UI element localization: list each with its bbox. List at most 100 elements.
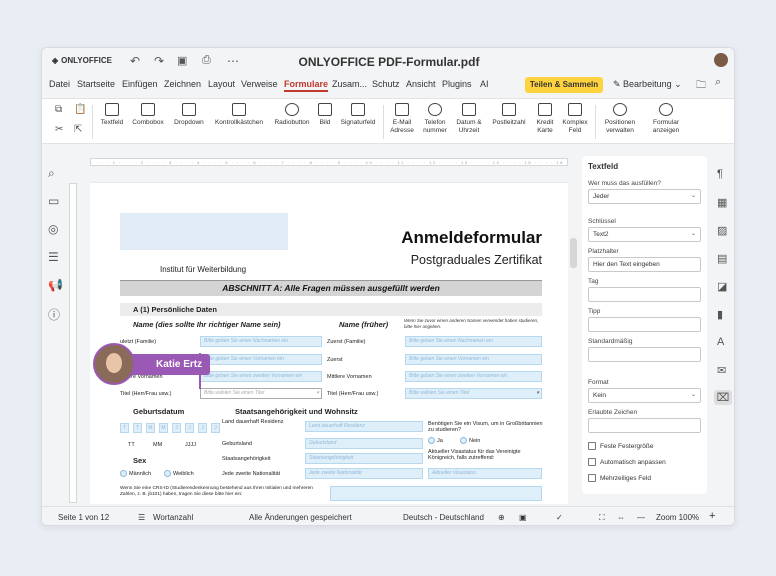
- default-input[interactable]: [588, 347, 701, 362]
- paste-icon[interactable]: 📋: [74, 104, 86, 115]
- menu-einfuegen[interactable]: Einfügen: [122, 79, 158, 89]
- visa-no-radio[interactable]: Nein: [460, 437, 480, 444]
- title-dropdown[interactable]: Bitte wählen Sie einen Titel ▾: [200, 388, 322, 399]
- search-icon[interactable]: ⌕: [715, 76, 721, 89]
- wordcount-button[interactable]: Wortanzahl: [153, 513, 193, 522]
- fixed-size-checkbox[interactable]: Feste Festergröße: [588, 442, 653, 450]
- user-avatar[interactable]: [714, 53, 728, 67]
- chat-icon[interactable]: ◎: [48, 222, 58, 236]
- second-nationality-field[interactable]: Jede zweite Nationalität: [305, 468, 423, 479]
- tool-view-form[interactable]: Formular anzeigen: [646, 103, 686, 135]
- middlename-field[interactable]: Bitte geben Sie einen zweiten Vornamen e…: [200, 371, 322, 382]
- dob-day-box[interactable]: T: [133, 423, 142, 433]
- format-select[interactable]: Kein ⌄: [588, 388, 701, 403]
- visa-status-field[interactable]: Aktueller Visastatus: [428, 468, 542, 479]
- who-fills-select[interactable]: Jeder ⌄: [588, 189, 701, 204]
- menu-datei[interactable]: Datei: [49, 79, 70, 89]
- dob-year-box[interactable]: J: [198, 423, 207, 433]
- folder-icon[interactable]: 🗀: [696, 78, 706, 95]
- page-indicator[interactable]: Seite 1 von 12: [58, 513, 109, 522]
- track-changes-icon[interactable]: ✓: [556, 513, 563, 522]
- tool-radiobutton[interactable]: Radiobutton: [270, 103, 314, 127]
- dob-day-box[interactable]: T: [120, 423, 129, 433]
- fit-page-icon[interactable]: ⛶: [599, 513, 605, 523]
- residence-field[interactable]: Land dauerhaft Residenz: [305, 421, 423, 432]
- language-select[interactable]: Deutsch - Deutschland: [403, 513, 484, 522]
- menu-layout[interactable]: Layout: [208, 79, 235, 89]
- menu-zeichnen[interactable]: Zeichnen: [164, 79, 201, 89]
- globe-icon[interactable]: ⊕: [498, 513, 505, 522]
- tool-email[interactable]: E-Mail Adresse: [387, 103, 417, 135]
- dob-month-box[interactable]: M: [146, 423, 155, 433]
- tool-complex[interactable]: Komplex Feld: [560, 103, 590, 135]
- menu-verweise[interactable]: Verweise: [241, 79, 278, 89]
- tool-signature[interactable]: Signaturfeld: [336, 103, 380, 127]
- key-select[interactable]: Text2 ⌄: [588, 227, 701, 242]
- zoom-level[interactable]: Zoom 100%: [656, 513, 699, 522]
- menu-formulare[interactable]: Formulare: [284, 79, 329, 92]
- header-footer-icon[interactable]: ▤: [717, 252, 727, 265]
- tool-manage-roles[interactable]: Positionen verwalten: [599, 103, 641, 135]
- tag-input[interactable]: [588, 287, 701, 302]
- mailmerge-icon[interactable]: ✉: [717, 364, 726, 377]
- textart-icon[interactable]: A: [717, 336, 724, 348]
- announce-icon[interactable]: 📢: [48, 278, 63, 292]
- menu-zusammenarbeit[interactable]: Zusam...: [332, 79, 367, 89]
- vertical-ruler[interactable]: [69, 183, 77, 503]
- navigation-icon[interactable]: ☰: [48, 250, 59, 264]
- male-radio[interactable]: Männlich: [120, 470, 151, 477]
- multiline-checkbox[interactable]: Mehrzeiliges Feld: [588, 474, 651, 482]
- tool-datetime[interactable]: Datum & Uhrzeit: [452, 103, 486, 135]
- search-icon[interactable]: ⌕: [48, 166, 55, 181]
- logo-placeholder[interactable]: [120, 213, 288, 250]
- tool-combobox[interactable]: Combobox: [129, 103, 167, 127]
- format-painter-icon[interactable]: ⇱: [74, 124, 82, 135]
- zoom-out-icon[interactable]: —: [637, 513, 645, 522]
- menu-startseite[interactable]: Startseite: [77, 79, 115, 89]
- menu-plugins[interactable]: Plugins: [442, 79, 472, 89]
- visa-yes-radio[interactable]: Ja: [428, 437, 443, 444]
- copy-icon[interactable]: ⧉: [55, 104, 62, 115]
- prev-lastname-field[interactable]: Bitte geben Sie einen Nachnamen ein: [405, 336, 542, 347]
- share-collect-button[interactable]: Teilen & Sammeln: [525, 77, 603, 93]
- allowed-chars-input[interactable]: [588, 418, 701, 433]
- comment-icon[interactable]: ▭: [48, 194, 59, 208]
- table-icon[interactable]: ▦: [717, 196, 727, 209]
- fit-width-icon[interactable]: ⇔: [617, 513, 625, 522]
- paragraph-icon[interactable]: ¶: [717, 168, 723, 180]
- tool-phone[interactable]: Telefon nummer: [419, 103, 451, 135]
- nationality-field[interactable]: Staatsangehörigkeit: [305, 453, 423, 464]
- autofit-checkbox[interactable]: Automatisch anpassen: [588, 458, 666, 466]
- tip-input[interactable]: [588, 317, 701, 332]
- menu-ansicht[interactable]: Ansicht: [406, 79, 436, 89]
- edit-mode-dropdown[interactable]: ✎ Bearbeitung ⌄: [613, 79, 682, 90]
- tool-checkbox[interactable]: Kontrollkästchen: [210, 103, 268, 127]
- cut-icon[interactable]: ✂: [55, 124, 63, 135]
- tool-textfield[interactable]: Textfeld: [96, 103, 128, 127]
- zoom-in-icon[interactable]: +: [709, 510, 715, 522]
- prev-title-dropdown[interactable]: Bitte wählen Sie einen Titel ▾: [405, 388, 542, 399]
- firstname-field[interactable]: Bitte geben Sie einen Vornamen ein: [200, 354, 322, 365]
- horizontal-ruler[interactable]: · · · · 1 · · · · 2 · · · · 3 · · · · 4 …: [90, 158, 568, 166]
- tool-creditcard[interactable]: Kredit Karte: [531, 103, 559, 135]
- birth-country-field[interactable]: Geburtsland: [305, 438, 423, 449]
- tool-image[interactable]: Bild: [315, 103, 335, 127]
- image-icon[interactable]: ▨: [717, 224, 727, 237]
- tool-zip[interactable]: Postleitzahl: [488, 103, 530, 127]
- shape-icon[interactable]: ◪: [717, 280, 727, 293]
- female-radio[interactable]: Weiblich: [164, 470, 194, 477]
- prev-middlename-field[interactable]: Bitte geben Sie einen zweiten Vornamen e…: [405, 371, 542, 382]
- dob-year-box[interactable]: J: [172, 423, 181, 433]
- dob-month-box[interactable]: M: [159, 423, 168, 433]
- menu-ai[interactable]: AI: [480, 79, 489, 89]
- dob-year-box[interactable]: J: [211, 423, 220, 433]
- placeholder-input[interactable]: Hier den Text eingeben: [588, 257, 701, 272]
- scroll-thumb[interactable]: [570, 238, 577, 268]
- info-icon[interactable]: ⓘ: [48, 306, 60, 323]
- lastname-field[interactable]: Bitte geben Sie einen Nachnamen ein: [200, 336, 322, 347]
- form-settings-icon[interactable]: ⌧: [714, 390, 732, 405]
- spellcheck-icon[interactable]: ▣: [519, 513, 527, 522]
- prev-firstname-field[interactable]: Bitte geben Sie einen Vornamen ein: [405, 354, 542, 365]
- vertical-scrollbar[interactable]: [569, 158, 579, 498]
- chart-icon[interactable]: ▮: [717, 308, 723, 321]
